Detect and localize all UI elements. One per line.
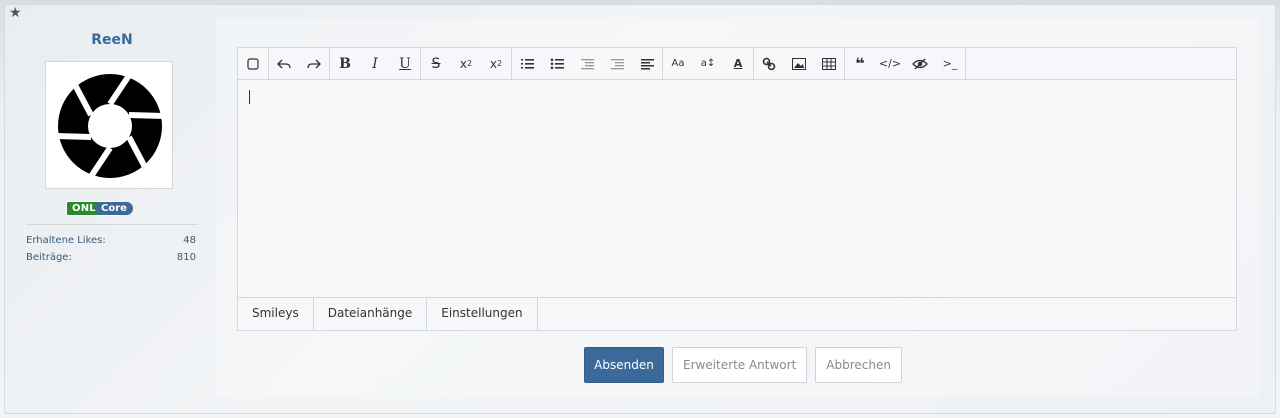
submit-button[interactable]: Absenden — [584, 347, 664, 383]
text-caret — [249, 90, 250, 104]
aperture-logo-icon — [56, 72, 164, 180]
ordered-list-icon[interactable] — [512, 48, 542, 79]
subscript-icon[interactable]: x2 — [451, 48, 481, 79]
outdent-icon[interactable] — [572, 48, 602, 79]
user-stats: Erhaltene Likes: 48 Beiträge: 810 — [26, 232, 196, 266]
user-sidebar: ReeN ONLINE Core Erhaltene Likes: 48 Bei… — [20, 30, 204, 263]
image-icon[interactable] — [784, 48, 814, 79]
link-icon[interactable] — [754, 48, 784, 79]
italic-icon[interactable]: I — [360, 48, 390, 79]
stat-value: 810 — [176, 252, 196, 263]
star-icon[interactable]: ★ — [9, 6, 22, 20]
terminal-icon[interactable]: >_ — [935, 48, 965, 79]
font-family-icon[interactable]: Aa — [663, 48, 693, 79]
stat-label[interactable]: Beiträge: — [26, 249, 72, 266]
stat-row-likes: Erhaltene Likes: 48 — [26, 232, 196, 249]
font-color-icon[interactable]: A — [723, 48, 753, 79]
underline-icon[interactable]: U — [390, 48, 420, 79]
sidebar-divider — [26, 224, 198, 225]
avatar[interactable]: ONLINE — [45, 61, 173, 216]
table-icon[interactable] — [814, 48, 844, 79]
tab-smileys[interactable]: Smileys — [238, 298, 314, 330]
stat-value: 48 — [183, 235, 196, 246]
message-editor: B I U S x2 x2 Aa a↕ A ❝ </> >_ Smileys D… — [237, 47, 1237, 331]
editor-toolbar: B I U S x2 x2 Aa a↕ A ❝ </> >_ — [238, 48, 1236, 80]
editor-tabs: Smileys Dateianhänge Einstellungen — [238, 297, 1236, 330]
message-textarea[interactable] — [238, 79, 1236, 299]
spoiler-icon[interactable] — [905, 48, 935, 79]
source-toggle-icon[interactable] — [238, 48, 268, 79]
extended-reply-button[interactable]: Erweiterte Antwort — [672, 347, 808, 383]
font-size-icon[interactable]: a↕ — [693, 48, 723, 79]
superscript-icon[interactable]: x2 — [481, 48, 511, 79]
code-icon[interactable]: </> — [875, 48, 905, 79]
rank-badge: Core — [95, 202, 133, 215]
undo-icon[interactable] — [269, 48, 299, 79]
unordered-list-icon[interactable] — [542, 48, 572, 79]
cancel-button[interactable]: Abbrechen — [815, 347, 902, 383]
align-icon[interactable] — [632, 48, 662, 79]
strikethrough-icon[interactable]: S — [421, 48, 451, 79]
bold-icon[interactable]: B — [330, 48, 360, 79]
stat-label[interactable]: Erhaltene Likes: — [26, 232, 106, 249]
tab-settings[interactable]: Einstellungen — [427, 298, 538, 330]
form-actions: Absenden Erweiterte Antwort Abbrechen — [584, 347, 902, 383]
indent-icon[interactable] — [602, 48, 632, 79]
quote-icon[interactable]: ❝ — [845, 48, 875, 79]
tab-attachments[interactable]: Dateianhänge — [314, 298, 428, 330]
stat-row-posts: Beiträge: 810 — [26, 249, 196, 266]
redo-icon[interactable] — [299, 48, 329, 79]
username[interactable]: ReeN — [20, 30, 204, 50]
